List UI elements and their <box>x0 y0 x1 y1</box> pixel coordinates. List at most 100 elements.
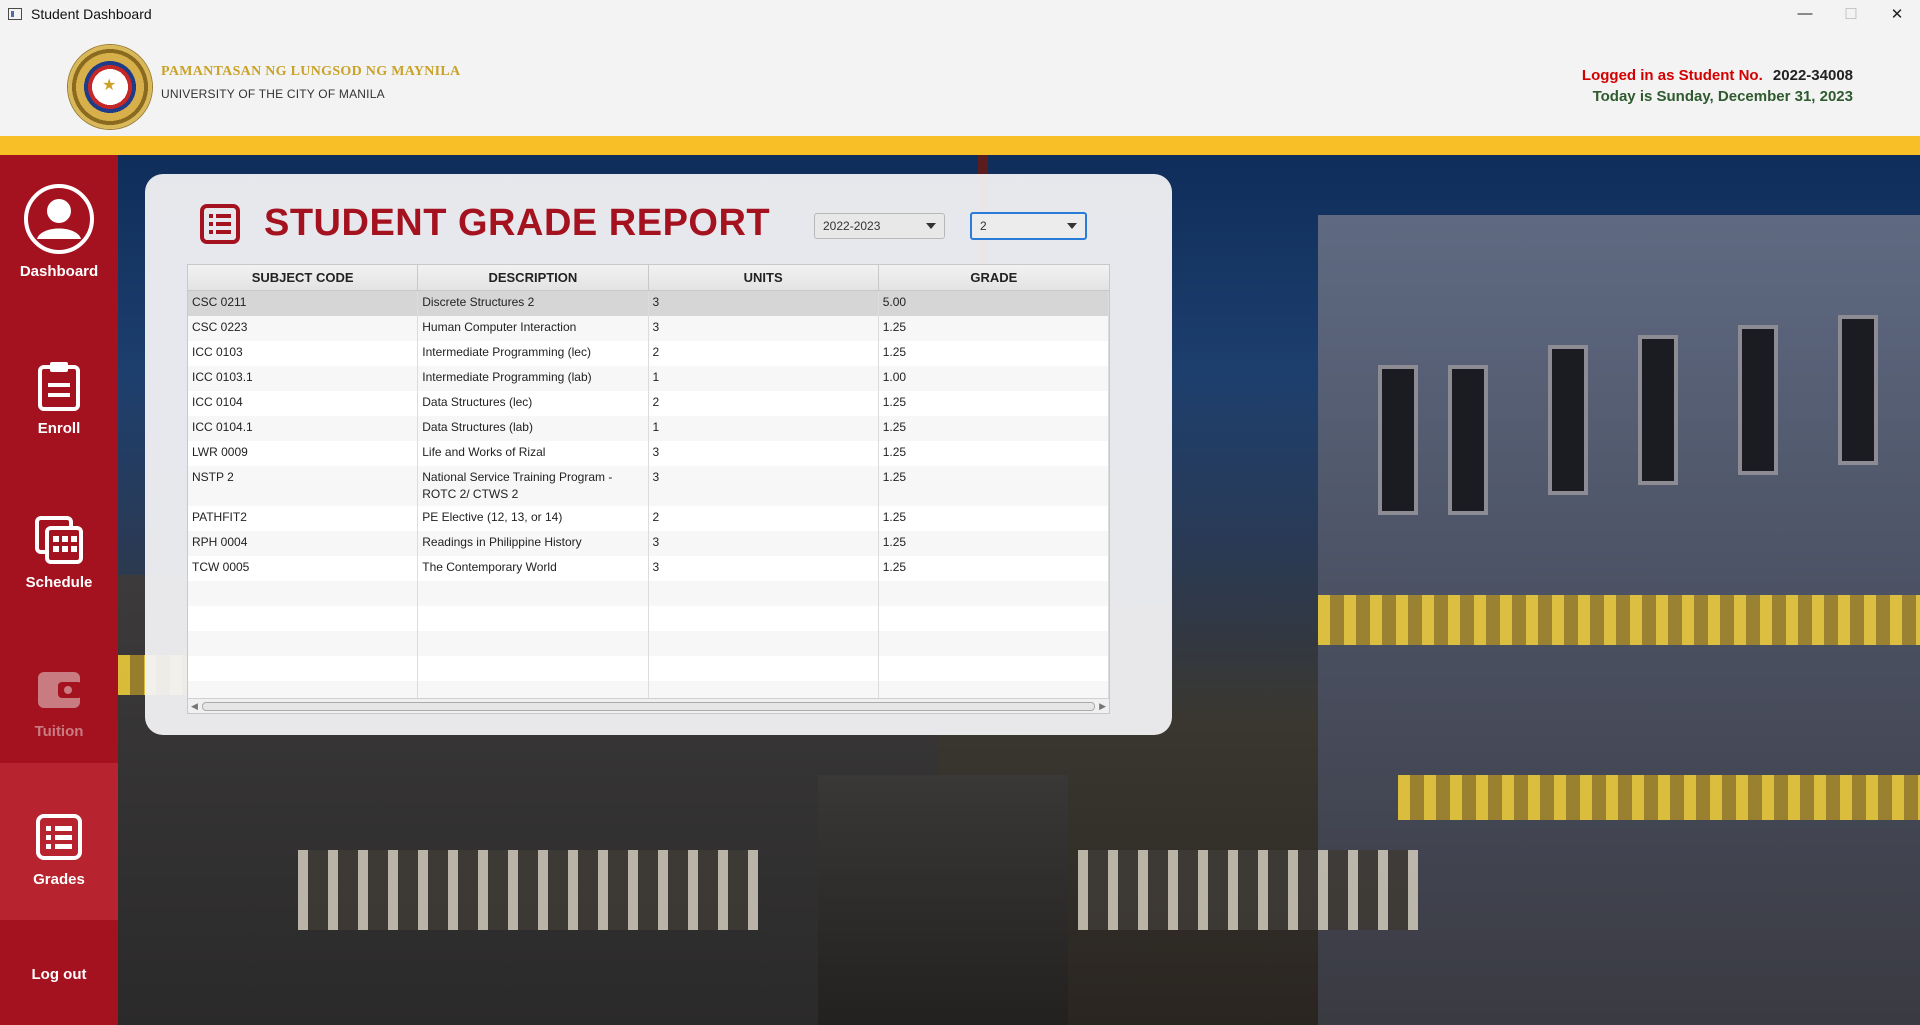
sidebar-item-label: Grades <box>33 871 85 888</box>
monument-pedestal <box>818 775 1068 1025</box>
sidebar-item-label: Tuition <box>34 723 84 740</box>
column-header[interactable]: SUBJECT CODE <box>188 265 419 290</box>
table-cell <box>188 581 419 606</box>
sidebar-nav: Dashboard Enroll Schedule Tuition Grades… <box>0 155 118 1025</box>
empty-table-row <box>188 606 1109 631</box>
table-cell <box>649 656 879 681</box>
table-row[interactable]: ICC 0103.1 Intermediate Programming (lab)… <box>188 366 1109 391</box>
table-cell: 3 <box>649 466 879 506</box>
table-cell: 5.00 <box>879 291 1109 316</box>
table-row[interactable]: ICC 0104 Data Structures (lec) 2 1.25 <box>188 391 1109 416</box>
close-button[interactable]: ✕ <box>1874 0 1920 27</box>
table-cell <box>879 656 1109 681</box>
table-cell: ICC 0103.1 <box>188 366 419 391</box>
minimize-button[interactable]: — <box>1782 0 1828 27</box>
user-avatar-icon <box>23 183 95 255</box>
sidebar-item-schedule[interactable]: Schedule <box>0 504 118 591</box>
sidebar-item-label: Schedule <box>25 574 93 591</box>
horizontal-scrollbar[interactable]: ◀ ▶ <box>188 698 1109 713</box>
table-cell <box>649 581 879 606</box>
table-cell: ICC 0103 <box>188 341 419 366</box>
building-window <box>1738 325 1778 475</box>
window-title: Student Dashboard <box>31 5 152 22</box>
table-cell <box>418 606 649 631</box>
table-cell: PE Elective (12, 13, or 14) <box>418 506 649 531</box>
table-cell: 1.25 <box>879 466 1109 506</box>
building-window <box>1448 365 1488 515</box>
table-cell: 1 <box>649 416 879 441</box>
table-cell: 3 <box>649 531 879 556</box>
student-number: 2022-34008 <box>1772 67 1853 84</box>
school-year-value: 2022-2023 <box>823 219 881 233</box>
lit-balcony <box>1398 775 1920 820</box>
table-cell: 1.25 <box>879 441 1109 466</box>
semester-value: 2 <box>980 219 987 233</box>
table-cell: 1.25 <box>879 391 1109 416</box>
grade-report-panel: STUDENT GRADE REPORT 2022-2023 2 SUBJECT… <box>145 174 1172 735</box>
table-cell: 3 <box>649 441 879 466</box>
column-header[interactable]: UNITS <box>649 265 879 290</box>
semester-select[interactable]: 2 <box>970 212 1087 240</box>
table-cell: Discrete Structures 2 <box>418 291 649 316</box>
university-name: PAMANTASAN NG LUNGSOD NG MAYNILA <box>161 64 461 79</box>
table-cell: 1.25 <box>879 556 1109 581</box>
table-cell: 2 <box>649 391 879 416</box>
column-header[interactable]: DESCRIPTION <box>418 265 649 290</box>
table-cell <box>649 631 879 656</box>
table-row[interactable]: LWR 0009 Life and Works of Rizal 3 1.25 <box>188 441 1109 466</box>
logout-button[interactable]: Log out <box>0 966 118 983</box>
maximize-button[interactable]: ☐ <box>1828 0 1874 27</box>
scrollbar-thumb[interactable] <box>202 702 1095 711</box>
table-cell: Data Structures (lec) <box>418 391 649 416</box>
table-cell: 3 <box>649 291 879 316</box>
table-cell <box>188 656 419 681</box>
table-cell: 1.25 <box>879 531 1109 556</box>
table-cell: TCW 0005 <box>188 556 419 581</box>
building-window <box>1638 335 1678 485</box>
app-header: ★ PAMANTASAN NG LUNGSOD NG MAYNILA UNIVE… <box>0 27 1920 136</box>
table-cell <box>188 606 419 631</box>
table-cell: CSC 0211 <box>188 291 419 316</box>
accent-band <box>0 136 1920 155</box>
calendar-icon <box>23 504 95 576</box>
table-cell: 2 <box>649 341 879 366</box>
school-year-select[interactable]: 2022-2023 <box>814 213 945 239</box>
university-name-english: UNIVERSITY OF THE CITY OF MANILA <box>161 87 385 101</box>
table-row[interactable]: RPH 0004 Readings in Philippine History 3 1… <box>188 531 1109 556</box>
table-cell: 1.25 <box>879 341 1109 366</box>
stone-balustrade <box>298 850 758 930</box>
table-cell: ICC 0104.1 <box>188 416 419 441</box>
table-cell: Life and Works of Rizal <box>418 441 649 466</box>
lit-balcony <box>1318 595 1920 645</box>
table-cell: 1.25 <box>879 506 1109 531</box>
table-cell: 2 <box>649 506 879 531</box>
table-header: SUBJECT CODE DESCRIPTION UNITS GRADE <box>188 265 1109 291</box>
report-title: STUDENT GRADE REPORT <box>264 202 771 244</box>
table-cell: 1 <box>649 366 879 391</box>
table-row[interactable]: NSTP 2 National Service Training Program … <box>188 466 1109 506</box>
stone-balustrade <box>1078 850 1418 930</box>
table-row[interactable]: PATHFIT2 PE Elective (12, 13, or 14) 2 1.25 <box>188 506 1109 531</box>
sidebar-item-dashboard[interactable]: Dashboard <box>0 183 118 280</box>
scroll-left-icon[interactable]: ◀ <box>191 701 198 712</box>
table-row[interactable]: ICC 0104.1 Data Structures (lab) 1 1.25 <box>188 416 1109 441</box>
sidebar-item-grades[interactable]: Grades <box>0 801 118 888</box>
chevron-down-icon <box>1067 223 1077 229</box>
table-row[interactable]: CSC 0211 Discrete Structures 2 3 5.00 <box>188 291 1109 316</box>
table-row[interactable]: CSC 0223 Human Computer Interaction 3 1.25 <box>188 316 1109 341</box>
table-cell <box>879 581 1109 606</box>
table-cell: RPH 0004 <box>188 531 419 556</box>
sidebar-item-enroll[interactable]: Enroll <box>0 350 118 437</box>
table-cell <box>879 631 1109 656</box>
scroll-right-icon[interactable]: ▶ <box>1099 701 1106 712</box>
sidebar-item-tuition[interactable]: Tuition <box>0 653 118 740</box>
table-cell <box>649 606 879 631</box>
logged-in-label: Logged in as Student No. <box>1581 67 1763 84</box>
table-cell: 1.25 <box>879 316 1109 341</box>
table-row[interactable]: ICC 0103 Intermediate Programming (lec) 2 1… <box>188 341 1109 366</box>
column-header[interactable]: GRADE <box>879 265 1109 290</box>
table-cell: Intermediate Programming (lec) <box>418 341 649 366</box>
table-cell: 1.00 <box>879 366 1109 391</box>
empty-table-row <box>188 656 1109 681</box>
table-row[interactable]: TCW 0005 The Contemporary World 3 1.25 <box>188 556 1109 581</box>
